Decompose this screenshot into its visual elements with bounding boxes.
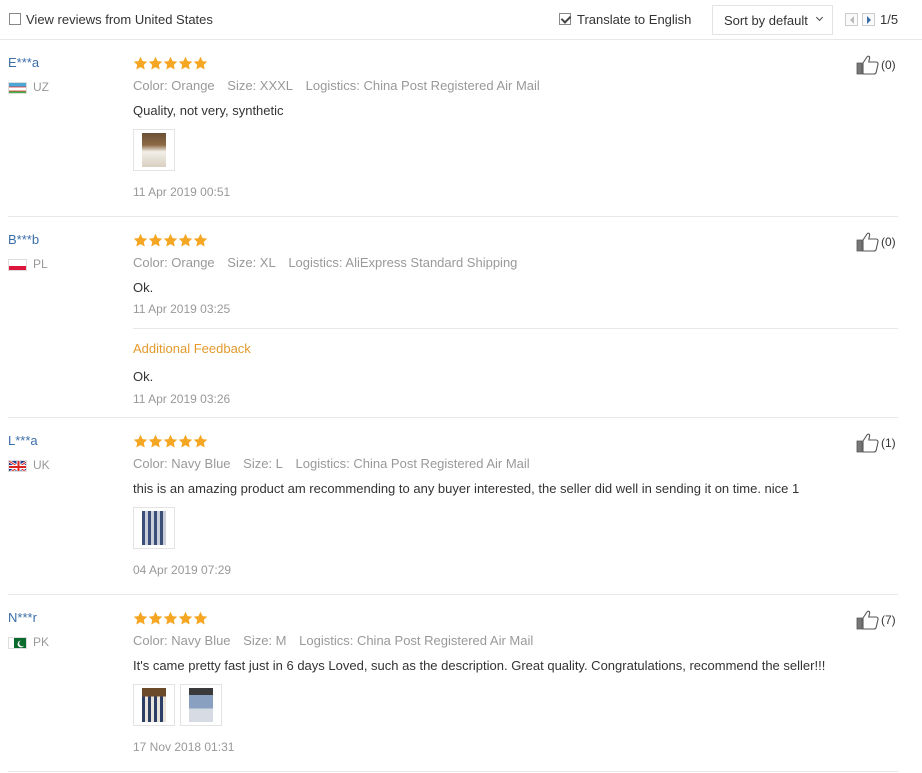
helpful-count: (0) bbox=[881, 58, 896, 72]
chevron-down-icon bbox=[815, 13, 824, 22]
order-info: Color: Orange Size: XXXL Logistics: Chin… bbox=[133, 78, 549, 93]
reviewer-name[interactable]: E***a bbox=[8, 55, 39, 70]
star-rating bbox=[133, 233, 208, 248]
reviewer-name[interactable]: L***a bbox=[8, 433, 38, 448]
order-logistics: Logistics: China Post Registered Air Mai… bbox=[295, 456, 530, 471]
pl-flag-icon bbox=[8, 259, 27, 271]
order-info: Color: Navy Blue Size: L Logistics: Chin… bbox=[133, 456, 539, 471]
star-icon bbox=[148, 611, 163, 626]
additional-feedback: Additional Feedback Ok. 11 Apr 2019 03:2… bbox=[133, 328, 898, 406]
star-icon bbox=[133, 611, 148, 626]
review-date: 04 Apr 2019 07:29 bbox=[133, 563, 232, 577]
star-icon bbox=[193, 233, 208, 248]
thumbs-up-icon bbox=[856, 610, 880, 630]
next-page-button[interactable] bbox=[862, 13, 875, 26]
review-photos bbox=[133, 129, 180, 171]
star-icon bbox=[148, 434, 163, 449]
order-logistics: Logistics: China Post Registered Air Mai… bbox=[299, 633, 534, 648]
thumbs-up-icon bbox=[856, 433, 880, 453]
review-text: Quality, not very, synthetic bbox=[133, 103, 284, 118]
star-icon bbox=[163, 434, 178, 449]
star-icon bbox=[133, 56, 148, 71]
prev-page-button[interactable] bbox=[845, 13, 858, 26]
translate-label[interactable]: Translate to English bbox=[577, 12, 691, 27]
additional-feedback-text: Ok. bbox=[133, 369, 154, 384]
star-icon bbox=[178, 233, 193, 248]
order-color: Color: Navy Blue bbox=[133, 633, 231, 648]
sort-dropdown[interactable]: Sort by default bbox=[712, 5, 833, 35]
review-photo[interactable] bbox=[180, 684, 222, 726]
review-photo[interactable] bbox=[133, 507, 175, 549]
chevron-left-icon bbox=[850, 16, 854, 24]
review-photos bbox=[133, 684, 227, 726]
order-logistics: Logistics: AliExpress Standard Shipping bbox=[288, 255, 518, 270]
star-icon bbox=[193, 434, 208, 449]
uz-flag-icon bbox=[8, 82, 27, 94]
review-item: N***r PK Color: Navy Blue Size: M Logist… bbox=[8, 596, 898, 772]
review-date: 11 Apr 2019 00:51 bbox=[133, 185, 231, 199]
review-photos bbox=[133, 507, 180, 549]
star-icon bbox=[193, 611, 208, 626]
review-date: 17 Nov 2018 01:31 bbox=[133, 740, 235, 754]
order-color: Color: Orange bbox=[133, 255, 215, 270]
order-info: Color: Navy Blue Size: M Logistics: Chin… bbox=[133, 633, 542, 648]
view-us-label[interactable]: View reviews from United States bbox=[26, 12, 213, 27]
star-icon bbox=[148, 233, 163, 248]
star-rating bbox=[133, 434, 208, 449]
review-date: 11 Apr 2019 03:25 bbox=[133, 302, 231, 316]
pk-flag-icon bbox=[8, 637, 27, 649]
translate-checkbox[interactable] bbox=[559, 13, 571, 25]
review-photo[interactable] bbox=[133, 129, 175, 171]
review-text: this is an amazing product am recommendi… bbox=[133, 481, 800, 496]
star-icon bbox=[163, 233, 178, 248]
reviews-toolbar: View reviews from United States Translat… bbox=[0, 0, 922, 40]
reviewer-name[interactable]: N***r bbox=[8, 610, 37, 625]
review-photo[interactable] bbox=[133, 684, 175, 726]
country-code: UZ bbox=[33, 80, 49, 94]
order-size: Size: L bbox=[243, 456, 283, 471]
thumbs-up-icon bbox=[856, 232, 880, 252]
order-size: Size: XXXL bbox=[227, 78, 294, 93]
star-icon bbox=[163, 56, 178, 71]
additional-feedback-date: 11 Apr 2019 03:26 bbox=[133, 392, 231, 406]
star-icon bbox=[163, 611, 178, 626]
sort-label: Sort by default bbox=[724, 13, 808, 28]
country-code: UK bbox=[33, 458, 50, 472]
thumbs-up-icon bbox=[856, 55, 880, 75]
helpful-count: (0) bbox=[881, 235, 896, 249]
review-text: It's came pretty fast just in 6 days Lov… bbox=[133, 658, 826, 673]
review-item: L***a UK Color: Navy Blue Size: L Logist… bbox=[8, 419, 898, 595]
order-size: Size: M bbox=[243, 633, 287, 648]
star-icon bbox=[178, 611, 193, 626]
order-color: Color: Navy Blue bbox=[133, 456, 231, 471]
helpful-count: (1) bbox=[881, 436, 896, 450]
additional-feedback-title: Additional Feedback bbox=[133, 341, 251, 356]
star-icon bbox=[133, 233, 148, 248]
order-size: Size: XL bbox=[227, 255, 276, 270]
order-color: Color: Orange bbox=[133, 78, 215, 93]
star-rating bbox=[133, 56, 208, 71]
chevron-right-icon bbox=[867, 16, 871, 24]
star-icon bbox=[133, 434, 148, 449]
review-item: E***a UZ Color: Orange Size: XXXL Logist… bbox=[8, 41, 898, 217]
helpful-count: (7) bbox=[881, 613, 896, 627]
order-logistics: Logistics: China Post Registered Air Mai… bbox=[305, 78, 540, 93]
order-info: Color: Orange Size: XL Logistics: AliExp… bbox=[133, 255, 526, 270]
review-item: B***b PL Color: Orange Size: XL Logistic… bbox=[8, 218, 898, 418]
uk-flag-icon bbox=[8, 460, 27, 472]
star-icon bbox=[193, 56, 208, 71]
star-icon bbox=[148, 56, 163, 71]
view-us-checkbox[interactable] bbox=[9, 13, 21, 25]
country-code: PL bbox=[33, 257, 48, 271]
review-text: Ok. bbox=[133, 280, 154, 295]
country-code: PK bbox=[33, 635, 50, 649]
star-rating bbox=[133, 611, 208, 626]
reviewer-name[interactable]: B***b bbox=[8, 232, 39, 247]
star-icon bbox=[178, 56, 193, 71]
page-indicator: 1/5 bbox=[880, 12, 899, 27]
star-icon bbox=[178, 434, 193, 449]
